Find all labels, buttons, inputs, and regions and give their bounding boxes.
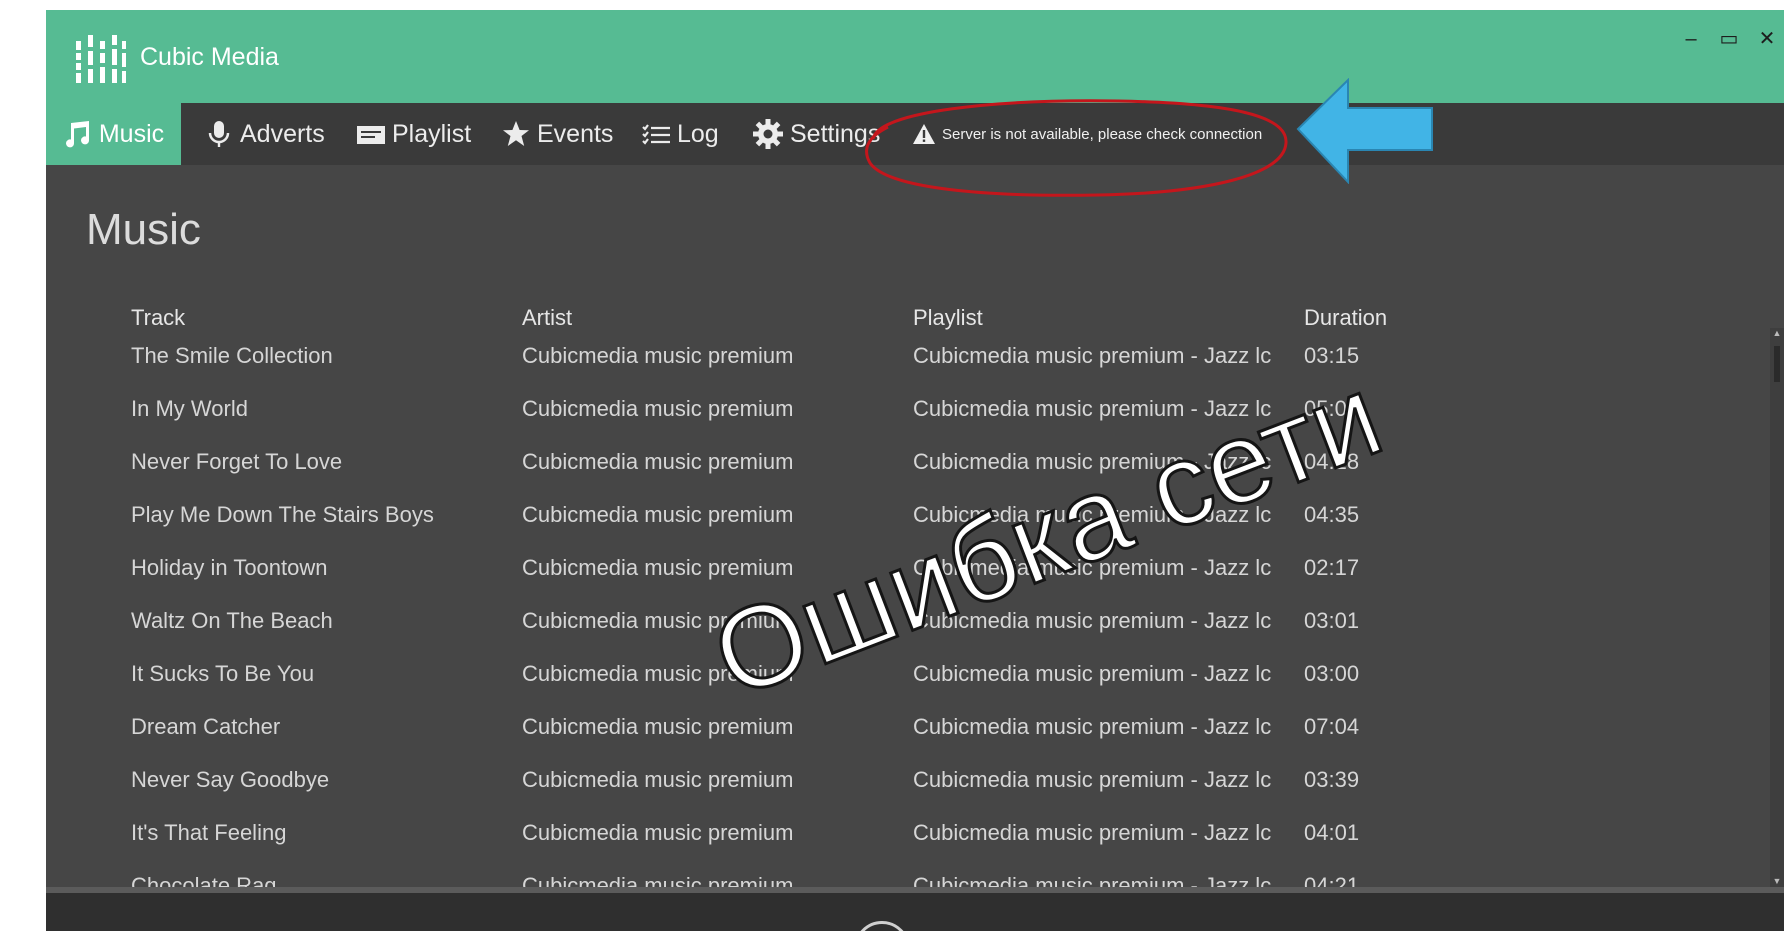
column-header-artist[interactable]: Artist xyxy=(522,305,572,331)
tab-events-label: Events xyxy=(537,119,614,148)
tab-adverts-label: Adverts xyxy=(240,119,325,148)
duration-cell: 03:01 xyxy=(1304,608,1360,633)
artist-cell: Cubicmedia music premium xyxy=(522,343,794,368)
playlist-cell: Cubicmedia music premium - Jazz lc xyxy=(913,661,1272,686)
artist-cell: Cubicmedia music premium xyxy=(522,661,794,686)
table-row[interactable]: Chocolate Rag Cubicmedia music premium C… xyxy=(46,860,1766,890)
artist-cell: Cubicmedia music premium xyxy=(522,714,794,739)
duration-cell: 03:39 xyxy=(1304,767,1360,792)
cubic-media-logo-icon xyxy=(76,35,126,83)
maximize-button[interactable]: ▭ xyxy=(1714,24,1744,54)
playlist-cell: Cubicmedia music premium - Jazz lc xyxy=(913,396,1272,421)
star-icon xyxy=(503,121,529,146)
scroll-up-arrow-icon[interactable]: ▲ xyxy=(1772,328,1782,340)
track-cell: Play Me Down The Stairs Boys xyxy=(131,502,434,527)
track-cell: It Sucks To Be You xyxy=(131,661,315,686)
artist-cell: Cubicmedia music premium xyxy=(522,820,794,845)
tab-adverts[interactable]: Adverts xyxy=(204,103,325,165)
tab-playlist-label: Playlist xyxy=(392,119,472,148)
table-row[interactable]: It's That Feeling Cubicmedia music premi… xyxy=(46,807,1766,860)
artist-cell: Cubicmedia music premium xyxy=(522,555,794,580)
duration-cell: 02:17 xyxy=(1304,555,1360,580)
tab-log[interactable]: Log xyxy=(641,103,719,165)
playlist-cell: Cubicmedia music premium - Jazz lc xyxy=(913,820,1272,845)
column-header-playlist[interactable]: Playlist xyxy=(913,305,983,331)
artist-cell: Cubicmedia music premium xyxy=(522,502,794,527)
column-header-duration[interactable]: Duration xyxy=(1304,305,1387,331)
tab-settings[interactable]: Settings xyxy=(752,103,880,165)
server-status-text: Server is not available, please check co… xyxy=(942,125,1263,143)
duration-cell: 03:00 xyxy=(1304,661,1360,686)
player-bar xyxy=(46,893,1784,931)
table-row[interactable]: Never Say Goodbye Cubicmedia music premi… xyxy=(46,754,1766,807)
track-list: The Smile Collection Cubicmedia music pr… xyxy=(46,330,1766,890)
playlist-icon xyxy=(357,126,385,144)
server-status-message: Server is not available, please check co… xyxy=(912,103,1262,165)
tab-log-label: Log xyxy=(677,119,719,148)
track-cell: The Smile Collection xyxy=(131,343,333,368)
gear-icon xyxy=(753,119,783,149)
artist-cell: Cubicmedia music premium xyxy=(522,767,794,792)
track-cell: Waltz On The Beach xyxy=(131,608,333,633)
tab-playlist[interactable]: Playlist xyxy=(356,103,471,165)
track-cell: Holiday in Toontown xyxy=(131,555,328,580)
table-row[interactable]: Never Forget To Love Cubicmedia music pr… xyxy=(46,436,1766,489)
duration-cell: 04:35 xyxy=(1304,502,1360,527)
duration-cell: 05:07 xyxy=(1304,396,1360,421)
title-bar: Cubic Media – ▭ ✕ xyxy=(46,10,1784,103)
scrollbar-track[interactable] xyxy=(1770,328,1784,888)
duration-cell: 03:15 xyxy=(1304,343,1360,368)
column-header-track[interactable]: Track xyxy=(131,305,185,331)
table-row[interactable]: Play Me Down The Stairs Boys Cubicmedia … xyxy=(46,489,1766,542)
table-row[interactable]: Dream Catcher Cubicmedia music premium C… xyxy=(46,701,1766,754)
tab-music-label: Music xyxy=(98,119,165,148)
music-note-icon xyxy=(65,121,89,148)
playlist-cell: Cubicmedia music premium - Jazz lc xyxy=(913,767,1272,792)
table-row[interactable]: Holiday in Toontown Cubicmedia music pre… xyxy=(46,542,1766,595)
table-row[interactable]: Waltz On The Beach Cubicmedia music prem… xyxy=(46,595,1766,648)
playlist-cell: Cubicmedia music premium - Jazz lc xyxy=(913,555,1272,580)
minimize-button[interactable]: – xyxy=(1676,24,1706,54)
page-title: Music xyxy=(86,205,201,254)
table-row[interactable]: The Smile Collection Cubicmedia music pr… xyxy=(46,330,1766,383)
app-title: Cubic Media xyxy=(140,43,279,71)
track-cell: Never Forget To Love xyxy=(131,449,343,474)
app-window: Cubic Media – ▭ ✕ Music Adverts Playlist… xyxy=(46,10,1784,931)
close-button[interactable]: ✕ xyxy=(1752,24,1782,54)
duration-cell: 07:04 xyxy=(1304,714,1360,739)
tab-events[interactable]: Events xyxy=(501,103,613,165)
playlist-cell: Cubicmedia music premium - Jazz lc xyxy=(913,502,1272,527)
track-cell: In My World xyxy=(131,396,248,421)
track-cell: Never Say Goodbye xyxy=(131,767,330,792)
playlist-cell: Cubicmedia music premium - Jazz lc xyxy=(913,608,1272,633)
warning-icon xyxy=(913,124,935,144)
playlist-cell: Cubicmedia music premium - Jazz lc xyxy=(913,343,1272,368)
artist-cell: Cubicmedia music premium xyxy=(522,608,794,633)
artist-cell: Cubicmedia music premium xyxy=(522,449,794,474)
duration-cell: 04:01 xyxy=(1304,820,1360,845)
track-cell: It's That Feeling xyxy=(131,820,287,845)
tab-music[interactable]: Music xyxy=(46,103,181,165)
table-row[interactable]: It Sucks To Be You Cubicmedia music prem… xyxy=(46,648,1766,701)
playlist-cell: Cubicmedia music premium - Jazz lc xyxy=(913,714,1272,739)
playlist-cell: Cubicmedia music premium - Jazz lc xyxy=(913,449,1272,474)
table-row[interactable]: In My World Cubicmedia music premium Cub… xyxy=(46,383,1766,436)
list-icon xyxy=(642,124,670,145)
microphone-icon xyxy=(208,121,230,147)
scrollbar-thumb[interactable] xyxy=(1774,346,1780,382)
duration-cell: 04:28 xyxy=(1304,449,1360,474)
tab-settings-label: Settings xyxy=(790,119,881,148)
artist-cell: Cubicmedia music premium xyxy=(522,396,794,421)
track-cell: Dream Catcher xyxy=(131,714,281,739)
